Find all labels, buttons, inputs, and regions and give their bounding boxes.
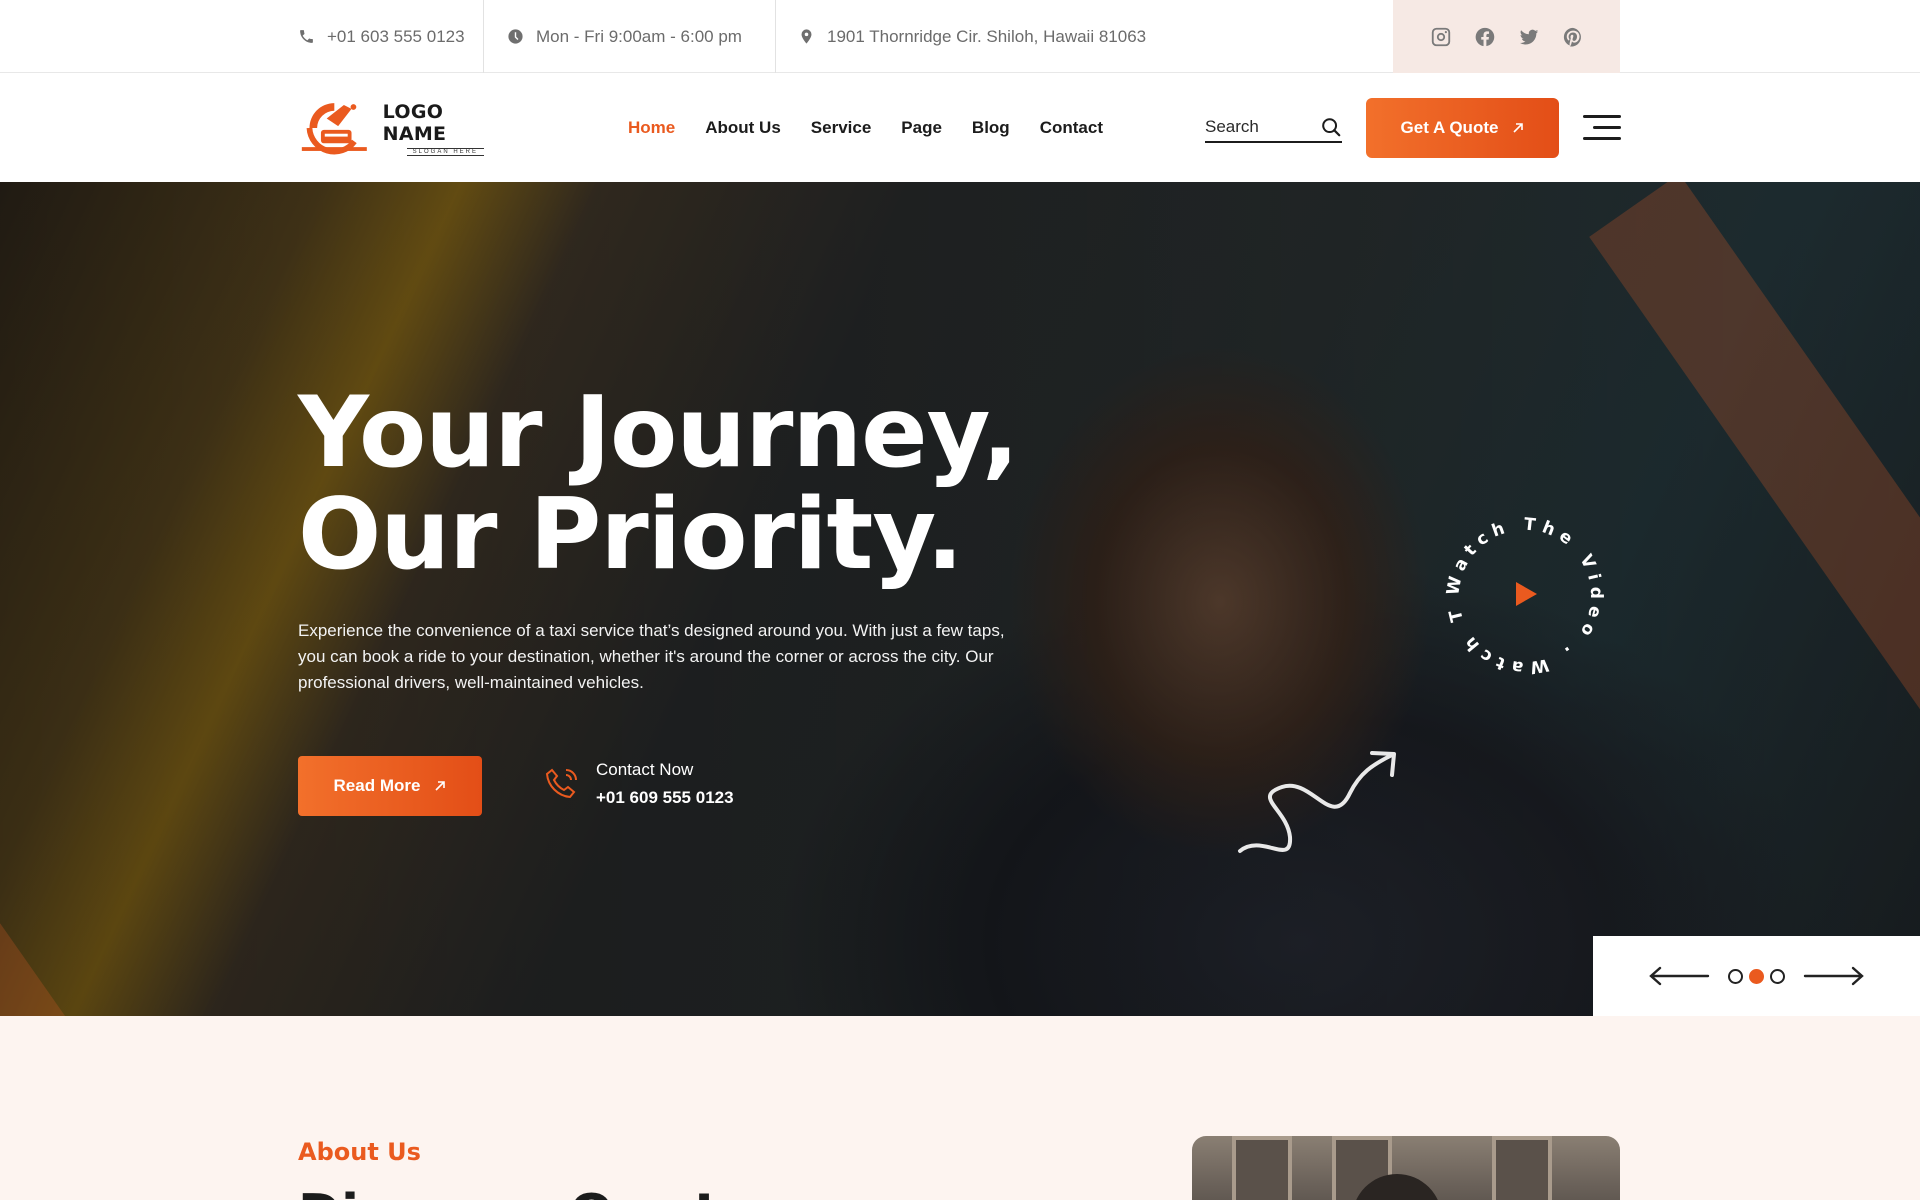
hero-title-line-1: Your Journey, (298, 376, 1019, 490)
phone-text: +01 603 555 0123 (327, 26, 465, 46)
hero-background-photo (0, 182, 1920, 1016)
quote-button-label: Get A Quote (1400, 118, 1499, 137)
nav-home[interactable]: Home (628, 118, 675, 138)
read-more-button[interactable]: Read More (298, 756, 482, 816)
logo[interactable]: LOGO NAME SLOGAN HERE (298, 96, 508, 160)
contact-text: Contact Now +01 609 555 0123 (596, 760, 734, 808)
slider-dot-active[interactable] (1749, 968, 1764, 984)
nav-contact[interactable]: Contact (1040, 118, 1103, 138)
logo-slogan: SLOGAN HERE (406, 147, 484, 156)
about-title: Discover Our Journey (298, 1184, 918, 1200)
arrow-right-icon[interactable] (1803, 966, 1865, 986)
hero-title: Your Journey, Our Priority. (298, 382, 1019, 586)
about-photo (1192, 1136, 1620, 1200)
location-pin-icon (801, 29, 812, 44)
nav-service[interactable]: Service (811, 118, 872, 138)
nav-blog[interactable]: Blog (972, 118, 1010, 138)
taxi-logo-icon (301, 103, 367, 155)
arrow-up-right-icon (435, 781, 446, 791)
search-box (1205, 113, 1342, 143)
phone-icon (300, 30, 313, 43)
clock-icon (508, 29, 523, 44)
instagram-icon[interactable] (1430, 26, 1452, 48)
nav-page[interactable]: Page (901, 118, 942, 138)
hero-section: Your Journey, Our Priority. Experience t… (0, 182, 1920, 1016)
hours-text: Mon - Fri 9:00am - 6:00 pm (536, 26, 742, 46)
get-a-quote-button[interactable]: Get A Quote (1366, 98, 1559, 158)
topbar-phone[interactable]: +01 603 555 0123 (298, 0, 465, 73)
hamburger-menu-icon[interactable] (1583, 113, 1621, 143)
hero-description: Experience the convenience of a taxi ser… (298, 621, 1005, 692)
arrow-left-icon[interactable] (1648, 966, 1710, 986)
contact-number: +01 609 555 0123 (596, 788, 734, 807)
contact-now[interactable]: Contact Now +01 609 555 0123 (542, 760, 734, 808)
read-more-label: Read More (333, 776, 421, 795)
social-links (1393, 0, 1620, 73)
slider-dots (1728, 968, 1785, 984)
hero-title-line-2: Our Priority. (298, 478, 963, 592)
play-icon (1516, 582, 1537, 606)
topbar-hours: Mon - Fri 9:00am - 6:00 pm (507, 0, 742, 73)
slider-dot[interactable] (1770, 968, 1785, 984)
about-label: About Us (298, 1138, 421, 1166)
facebook-icon[interactable] (1474, 26, 1496, 48)
address-text: 1901 Thornridge Cir. Shiloh, Hawaii 8106… (827, 26, 1147, 46)
top-info-bar: +01 603 555 0123 Mon - Fri 9:00am - 6:00… (0, 0, 1920, 73)
pinterest-icon[interactable] (1562, 26, 1584, 48)
watch-video-circular-text: Watch The Video . Watch The Video . (1425, 496, 1606, 678)
divider (775, 0, 776, 73)
decorative-squiggle-arrow (1238, 751, 1396, 853)
topbar-address: 1901 Thornridge Cir. Shiloh, Hawaii 8106… (798, 0, 1146, 73)
watch-video-button[interactable]: Watch The Video . Watch The Video . (1416, 481, 1625, 696)
search-input[interactable] (1205, 117, 1315, 137)
search-icon[interactable] (1320, 116, 1342, 138)
logo-name: LOGO NAME (382, 100, 447, 145)
nav-about-us[interactable]: About Us (705, 118, 781, 138)
slider-controls (1593, 936, 1920, 1016)
about-section: About Us Discover Our Journey (0, 1016, 1920, 1200)
primary-menu: Home About Us Service Page Blog Contact (628, 73, 1103, 182)
logo-text: LOGO NAME SLOGAN HERE (383, 101, 508, 156)
arrow-up-right-icon (1513, 123, 1524, 133)
phone-ringing-icon (545, 768, 577, 799)
contact-label: Contact Now (596, 760, 694, 779)
main-navbar: LOGO NAME SLOGAN HERE Home About Us Serv… (0, 73, 1920, 182)
slider-dot[interactable] (1728, 968, 1743, 984)
divider (483, 0, 484, 73)
twitter-icon[interactable] (1518, 26, 1540, 48)
